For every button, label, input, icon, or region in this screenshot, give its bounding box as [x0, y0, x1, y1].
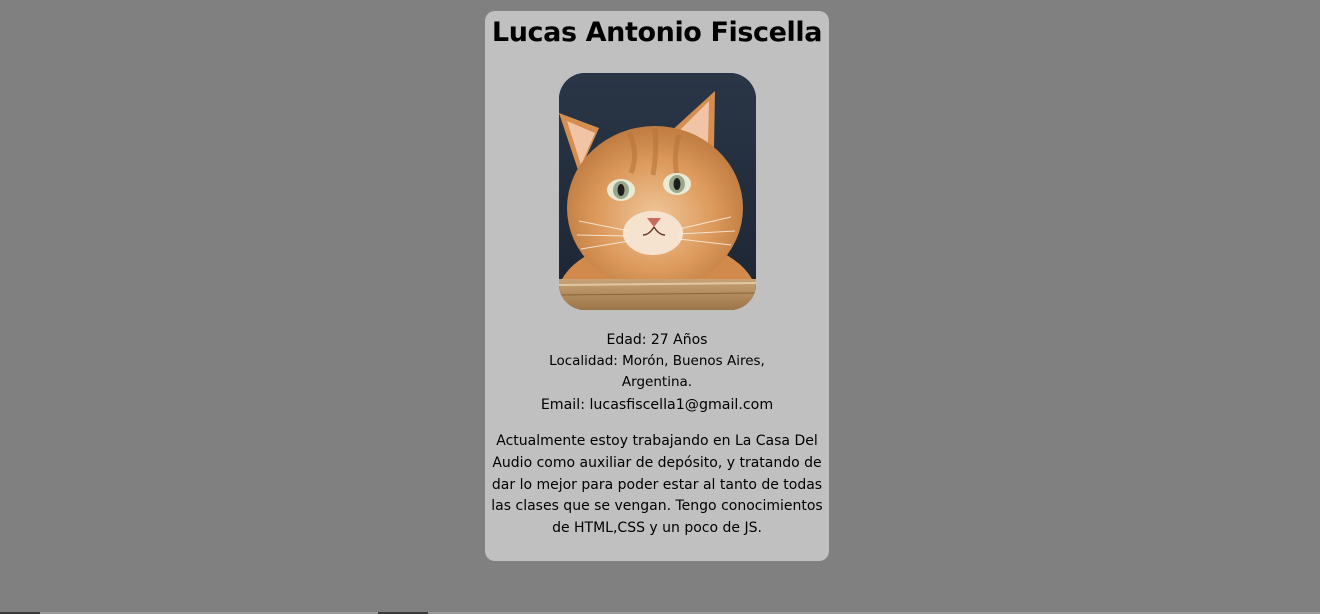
profile-card: Lucas Antonio Fiscella Edad: 27 Años Loc…	[485, 11, 829, 561]
age-text: Edad: 27 Años	[606, 332, 708, 348]
page: Lucas Antonio Fiscella Edad: 27 Años Loc…	[0, 0, 1320, 614]
profile-photo	[559, 73, 756, 310]
location-text: Localidad: Morón, Buenos Aires, Argentin…	[549, 353, 765, 390]
email-text: Email: lucasfiscella1@gmail.com	[540, 397, 774, 413]
profile-name: Lucas Antonio Fiscella	[491, 17, 823, 48]
cat-image	[559, 73, 756, 310]
about-text: Actualmente estoy trabajando en La Casa …	[491, 433, 823, 537]
